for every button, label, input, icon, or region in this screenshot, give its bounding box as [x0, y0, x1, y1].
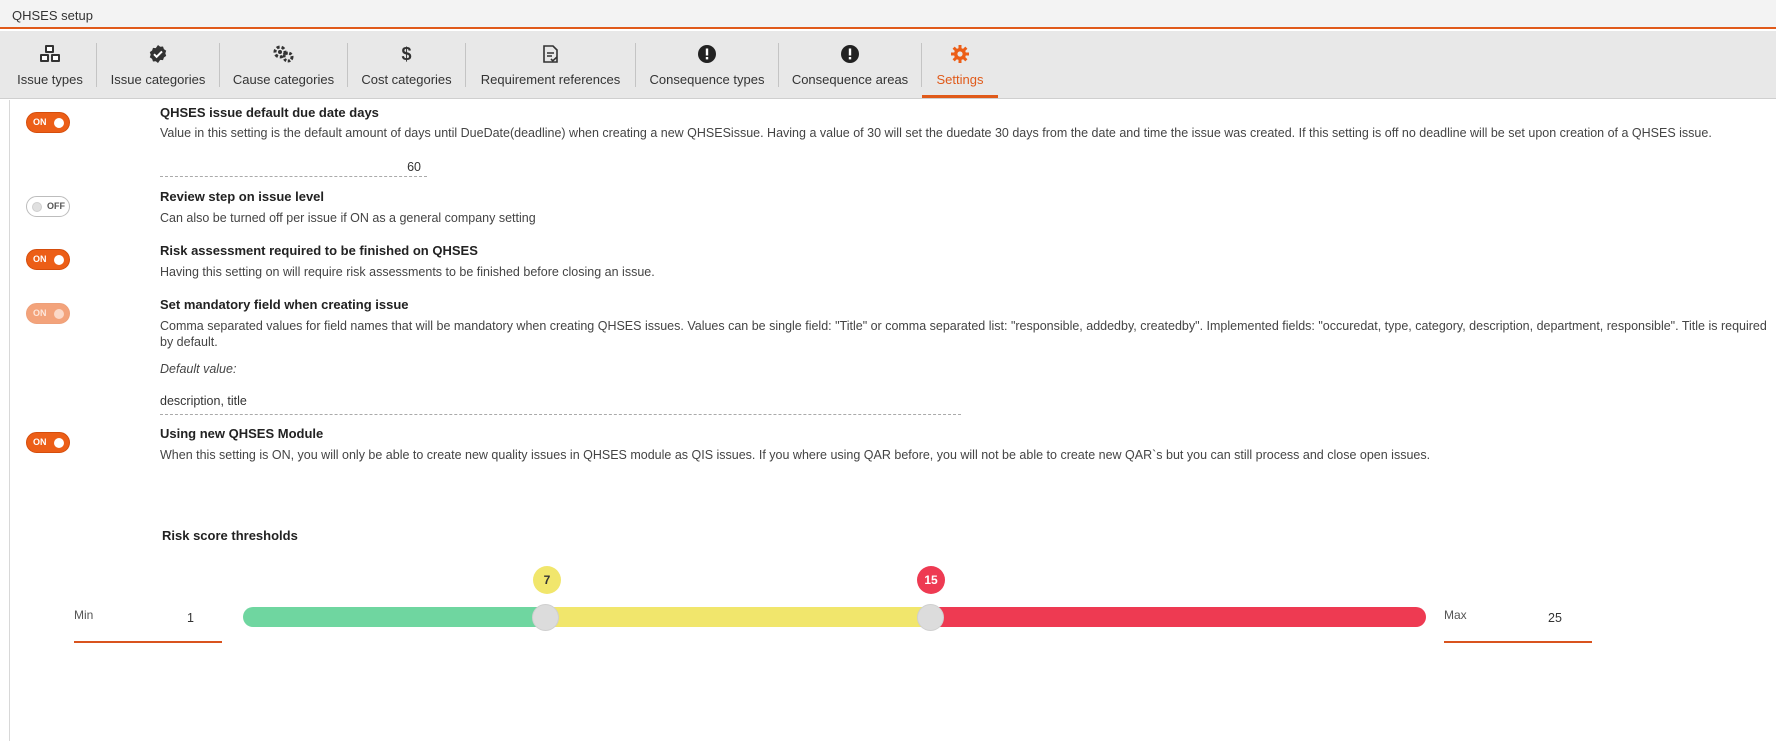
high-threshold-handle[interactable]	[917, 604, 944, 631]
tab-cause-categories[interactable]: Cause categories	[220, 31, 347, 98]
cubes-icon	[4, 44, 96, 64]
tab-label: Cost categories	[361, 72, 452, 87]
tab-requirement-references[interactable]: Requirement references	[466, 31, 635, 98]
setting-description: Value in this setting is the default amo…	[160, 126, 1712, 140]
tab-consequence-areas[interactable]: Consequence areas	[779, 31, 921, 98]
gears-icon	[220, 44, 347, 64]
risk-thresholds-title: Risk score thresholds	[162, 528, 298, 543]
min-label: Min	[74, 608, 94, 622]
tab-issue-categories[interactable]: Issue categories	[97, 31, 219, 98]
tab-cost-categories[interactable]: $ Cost categories	[348, 31, 465, 98]
tab-settings[interactable]: Settings	[922, 31, 998, 98]
check-badge-icon	[97, 44, 219, 64]
tab-consequence-types[interactable]: Consequence types	[636, 31, 778, 98]
due-date-days-input[interactable]: 60	[160, 154, 427, 177]
new-module-toggle[interactable]: ON	[26, 432, 70, 453]
setting-description: Can also be turned off per issue if ON a…	[160, 211, 536, 225]
mandatory-fields-input[interactable]: description, title	[160, 391, 961, 415]
min-value-input[interactable]: 1	[187, 611, 194, 625]
setting-title: Risk assessment required to be finished …	[160, 243, 478, 258]
toggle-knob	[54, 118, 64, 128]
risk-assessment-toggle[interactable]: ON	[26, 249, 70, 270]
setting-description: When this setting is ON, you will only b…	[160, 448, 1431, 462]
tab-label: Consequence areas	[791, 72, 909, 87]
setting-title: Set mandatory field when creating issue	[160, 297, 409, 312]
setting-title: QHSES issue default due date days	[160, 105, 379, 120]
review-step-toggle[interactable]: OFF	[26, 196, 70, 217]
dollar-icon: $	[401, 43, 412, 64]
setting-title: Using new QHSES Module	[160, 426, 324, 441]
max-value-input[interactable]: 25	[1548, 611, 1562, 625]
min-input-underline	[74, 641, 222, 643]
window-title: QHSES setup	[12, 8, 93, 23]
toggle-state: ON	[33, 254, 47, 264]
risk-medium-range	[546, 607, 931, 627]
tab-label: Requirement references	[480, 72, 621, 87]
tab-label: Issue categories	[110, 72, 206, 87]
mandatory-field-toggle[interactable]: ON	[26, 303, 70, 324]
high-threshold-value: 15	[917, 566, 945, 594]
toggle-state: ON	[33, 117, 47, 127]
tab-label: Cause categories	[232, 72, 335, 87]
exclamation-circle-icon	[779, 44, 921, 64]
risk-high-range	[931, 607, 1426, 627]
window-titlebar: QHSES setup	[0, 0, 1776, 29]
toggle-knob	[54, 255, 64, 265]
setting-description: Comma separated values for field names t…	[160, 319, 1767, 349]
low-threshold-value: 7	[533, 566, 561, 594]
max-label: Max	[1444, 608, 1467, 622]
tab-issue-types[interactable]: Issue types	[4, 31, 96, 98]
tab-label: Consequence types	[649, 72, 765, 87]
due-date-toggle[interactable]: ON	[26, 112, 70, 133]
risk-low-range	[243, 607, 546, 627]
toggle-knob	[54, 438, 64, 448]
tab-bar: Issue types Issue categories Cause categ…	[0, 31, 1776, 99]
toggle-state: OFF	[47, 201, 65, 211]
low-threshold-handle[interactable]	[532, 604, 559, 631]
max-input-underline	[1444, 641, 1592, 643]
default-value-label: Default value:	[160, 362, 237, 376]
tab-label: Settings	[936, 72, 984, 87]
toggle-knob	[54, 309, 64, 319]
toggle-state: ON	[33, 437, 47, 447]
toggle-knob	[32, 202, 42, 212]
document-check-icon	[466, 44, 635, 64]
toggle-state: ON	[33, 308, 47, 318]
setting-description: Having this setting on will require risk…	[160, 265, 655, 279]
setting-title: Review step on issue level	[160, 189, 325, 204]
gear-icon	[922, 44, 998, 64]
tab-label: Issue types	[17, 72, 83, 87]
exclamation-circle-icon	[636, 44, 778, 64]
